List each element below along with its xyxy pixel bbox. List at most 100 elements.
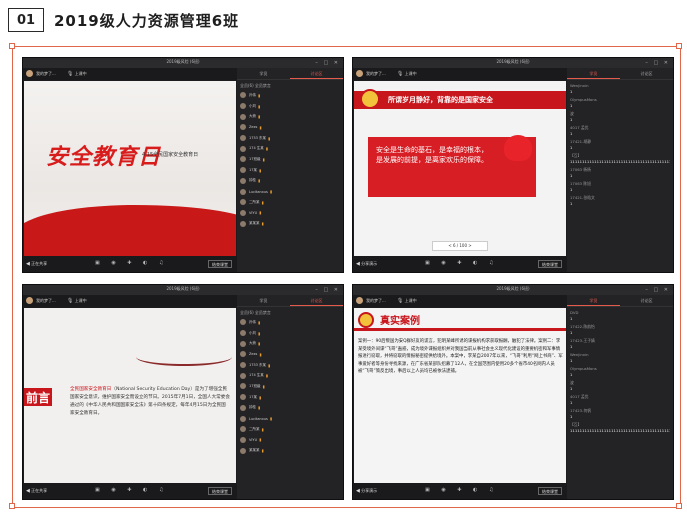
avatar[interactable] [26, 297, 33, 304]
member-row[interactable]: Lucitanxus ▮ [240, 413, 340, 424]
member-name: 钟桂 [249, 405, 256, 410]
member-badge-icon: ▮ [259, 351, 262, 357]
member-name: Lucitanxus [249, 416, 268, 421]
member-name: 二所某 [249, 199, 260, 204]
member-row[interactable]: 二所某 ▮ [240, 424, 340, 435]
member-row[interactable]: 二所某 ▮ [240, 197, 340, 208]
class-window-4: 2019级风险 (6班) – □ ✕ 我的梦了... 🎙 上课中 真实案例 案例… [352, 284, 674, 500]
member-row[interactable]: 17班级 ▮ [240, 154, 340, 165]
tab-discussion[interactable]: 讨论区 [290, 68, 343, 79]
member-avatar [240, 156, 246, 163]
end-class-button[interactable]: 结束课堂 [208, 487, 232, 495]
frame-handle [676, 43, 682, 49]
chat-message: 1 [570, 145, 573, 150]
end-class-button[interactable]: 结束课堂 [538, 260, 562, 268]
member-avatar [240, 220, 246, 227]
member-badge-icon: ▮ [269, 416, 273, 422]
tab-discussion[interactable]: 讨论区 [620, 68, 673, 79]
tab-students[interactable]: 学员 [237, 295, 290, 306]
chat-message: 1 [570, 173, 573, 178]
member-badge-icon: ▮ [268, 362, 271, 368]
class-window-3: 2019级风险 (6班) – □ ✕ 我的梦了... 🎙 上课中 前言 全民国家… [22, 284, 344, 500]
member-row[interactable]: 某某某 ▮ [240, 445, 340, 456]
mic-status[interactable]: 🎙 上课中 [397, 71, 417, 77]
user-bar: 我的梦了... 🎙 上课中 [353, 68, 567, 80]
share-status[interactable]: ◀ 分享演示 [356, 488, 377, 494]
member-badge-icon: ▮ [258, 394, 262, 400]
slide-pager[interactable]: < 6 / 100 > [432, 241, 488, 251]
member-row[interactable]: VIYU ▮ [240, 435, 340, 446]
end-class-button[interactable]: 结束课堂 [208, 260, 232, 268]
member-badge-icon: ▮ [261, 448, 264, 454]
avatar[interactable] [356, 297, 363, 304]
member-row[interactable]: 17某 ▮ [240, 165, 340, 176]
avatar[interactable] [26, 70, 33, 77]
member-row[interactable]: 孙伟 ▮ [240, 317, 340, 328]
member-name: 17某 [249, 167, 257, 172]
member-badge-icon: ▮ [258, 341, 261, 347]
member-row[interactable]: 钟桂 ▮ [240, 403, 340, 414]
member-avatar [240, 188, 246, 195]
window-controls[interactable]: – □ ✕ [315, 60, 340, 66]
tab-students[interactable]: 学员 [567, 68, 620, 79]
member-row[interactable]: 小刘 ▮ [240, 328, 340, 339]
member-row[interactable]: Lucitanxus ▮ [240, 186, 340, 197]
tab-discussion[interactable]: 讨论区 [620, 295, 673, 306]
member-name: 二所某 [249, 426, 260, 431]
member-row[interactable]: VIYU ▮ [240, 208, 340, 219]
member-badge-icon: ▮ [265, 373, 268, 379]
title-bar: 2019级风险 (6班) – □ ✕ [353, 58, 673, 68]
member-row[interactable]: 174 生某 ▮ [240, 370, 340, 381]
member-badge-icon: ▮ [258, 330, 261, 336]
member-row[interactable]: 某某某 ▮ [240, 218, 340, 229]
member-row[interactable]: 17某 ▮ [240, 392, 340, 403]
class-window-2: 2019级风险 (6班) – □ ✕ 我的梦了... 🎙 上课中 所谓岁月静好，… [352, 57, 674, 273]
member-row[interactable]: 大熊 ▮ [240, 338, 340, 349]
toolbar-icons[interactable]: ▣ ◉ ✚ ◐ ♫ [425, 260, 498, 266]
chat-message: 1 [570, 103, 573, 108]
emblem-icon [360, 89, 380, 109]
member-row[interactable]: 钟桂 ▮ [240, 176, 340, 187]
member-summary: 全员(6) 全员禁言 [240, 310, 271, 315]
member-row[interactable]: 1753 东某 ▮ [240, 360, 340, 371]
member-row[interactable]: Zexs ▮ [240, 349, 340, 360]
user-bar: 我的梦了... 🎙 上课中 [23, 295, 237, 307]
member-name: Zexs [249, 352, 258, 357]
tab-students[interactable]: 学员 [237, 68, 290, 79]
chat-message: 1 [570, 358, 573, 363]
toolbar-icons[interactable]: ▣ ◉ ✚ ◐ ♫ [425, 487, 498, 493]
window-controls[interactable]: – □ ✕ [645, 60, 670, 66]
member-row[interactable]: 174 生某 ▮ [240, 143, 340, 154]
mic-status[interactable]: 🎙 上课中 [67, 298, 87, 304]
share-status[interactable]: ◀ 正在共享 [26, 488, 47, 494]
toolbar-icons[interactable]: ▣ ◉ ✚ ◐ ♫ [95, 487, 168, 493]
window-controls[interactable]: – □ ✕ [645, 287, 670, 293]
member-row[interactable]: 孙伟 ▮ [240, 90, 340, 101]
title-bar: 2019级风险 (6班) – □ ✕ [353, 285, 673, 295]
member-badge-icon: ▮ [258, 178, 261, 184]
member-row[interactable]: Zexs ▮ [240, 122, 340, 133]
end-class-button[interactable]: 结束课堂 [538, 487, 562, 495]
member-name: VIYU [249, 210, 258, 215]
member-avatar [240, 383, 246, 390]
chat-message: 1 [570, 131, 573, 136]
member-row[interactable]: 1753 东某 ▮ [240, 133, 340, 144]
toolbar-icons[interactable]: ▣ ◉ ✚ ◐ ♫ [95, 260, 168, 266]
member-avatar [240, 415, 246, 422]
member-row[interactable]: 17班级 ▮ [240, 381, 340, 392]
page: 01 2019级人力资源管理6班 2019级风险 (6班) – □ ✕ 我的梦了… [0, 0, 687, 518]
share-status[interactable]: ◀ 正在共享 [26, 261, 47, 267]
tab-discussion[interactable]: 讨论区 [290, 295, 343, 306]
mic-status[interactable]: 🎙 上课中 [67, 71, 87, 77]
member-name: 小刘 [249, 103, 256, 108]
slide-body: 安全是生命的基石，是幸福的根本，是发展的前提，是离家欢乐的保障。 [376, 146, 488, 164]
tab-students[interactable]: 学员 [567, 295, 620, 306]
member-row[interactable]: 大熊 ▮ [240, 111, 340, 122]
window-title: 2019级风险 (6班) [496, 286, 530, 291]
share-status[interactable]: ◀ 分享演示 [356, 261, 377, 267]
mic-status[interactable]: 🎙 上课中 [397, 298, 417, 304]
window-controls[interactable]: – □ ✕ [315, 287, 340, 293]
member-name: 1753 东某 [249, 135, 267, 140]
member-row[interactable]: 小刘 ▮ [240, 101, 340, 112]
avatar[interactable] [356, 70, 363, 77]
